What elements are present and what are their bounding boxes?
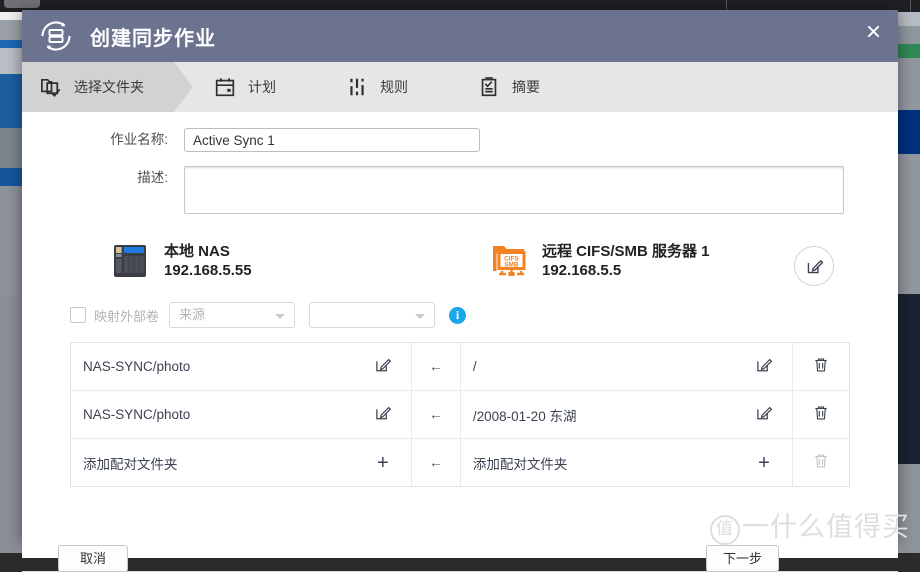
sync-nas-icon (36, 16, 76, 56)
description-textarea[interactable] (184, 166, 844, 214)
remote-endpoint: CIFS SMB 远程 CIFS/SMB 服务器 1 192.168.5.5 (488, 242, 710, 280)
steps-filler (570, 62, 898, 112)
map-volume-label: 映射外部卷 (94, 308, 160, 324)
cancel-button[interactable]: 取消 (58, 545, 128, 572)
pair-left-path: NAS-SYNC/photo (70, 342, 355, 391)
browser-tab[interactable] (4, 0, 40, 8)
plus-icon: + (377, 451, 389, 474)
endpoints-row: 本地 NAS 192.168.5.55 CIFS SMB 远程 CIFS/SMB… (22, 238, 898, 296)
description-label: 描述: (137, 170, 168, 185)
clipboard-check-icon (476, 74, 502, 100)
local-endpoint-address: 192.168.5.55 (164, 262, 252, 279)
pair-delete-button-disabled (792, 438, 850, 487)
step-schedule-label: 计划 (248, 79, 276, 95)
description-row: 描述: (58, 166, 898, 214)
job-name-input[interactable] (184, 128, 480, 152)
plus-icon: + (758, 451, 770, 474)
chrome-divider (910, 0, 911, 12)
step-select-folder[interactable]: 选择文件夹 (22, 62, 193, 112)
step-summary-label: 摘要 (512, 79, 540, 95)
step-schedule[interactable]: 计划 (196, 62, 306, 112)
pair-right-path: / (460, 342, 736, 391)
pair-arrow-icon: ← (410, 438, 461, 487)
add-pair-left-button[interactable]: + (355, 439, 412, 487)
edit-pencil-icon[interactable] (794, 246, 834, 286)
dialog-body: 作业名称: 描述: (22, 128, 898, 572)
add-pair-right-label: 添加配对文件夹 (472, 456, 568, 472)
pair-right-path: /2008-01-20 东湖 (460, 390, 736, 439)
table-row[interactable]: NAS-SYNC/photo ← / (70, 342, 850, 391)
background-app-left-strip (0, 12, 22, 553)
map-volume-target-select[interactable] (309, 302, 436, 328)
remote-endpoint-name: 远程 CIFS/SMB 服务器 1 (542, 243, 710, 260)
job-name-label: 作业名称: (110, 132, 168, 147)
job-name-row: 作业名称: (58, 128, 898, 152)
info-icon[interactable]: i (449, 306, 467, 324)
step-select-folder-label: 选择文件夹 (74, 79, 144, 95)
nas-device-icon (110, 242, 150, 280)
close-icon[interactable] (858, 16, 888, 46)
folder-pair-table: NAS-SYNC/photo ← / NAS-SYNC/photo ← /200… (70, 342, 850, 487)
step-summary[interactable]: 摘要 (460, 62, 570, 112)
svg-text:SMB: SMB (504, 261, 519, 268)
local-endpoint-name: 本地 NAS (164, 243, 230, 260)
chevron-down-icon (415, 314, 426, 319)
pair-delete-button[interactable] (792, 342, 850, 391)
pair-left-edit-button[interactable] (354, 390, 412, 439)
pair-arrow-icon: ← (410, 390, 461, 439)
calendar-icon (212, 74, 238, 100)
dialog-title-bar: 创建同步作业 (22, 10, 898, 62)
local-endpoint: 本地 NAS 192.168.5.55 (110, 242, 252, 280)
table-row-add[interactable]: 添加配对文件夹 + ← 添加配对文件夹 + (71, 438, 850, 487)
background-app-right-strip (898, 12, 920, 553)
cifs-smb-folder-icon: CIFS SMB (488, 242, 528, 280)
pair-arrow-icon: ← (410, 342, 461, 391)
folder-check-icon (38, 74, 64, 100)
wizard-steps: 选择文件夹 计划 规则 摘要 (22, 62, 898, 112)
map-volume-row: 映射外部卷 来源 i (70, 302, 898, 328)
add-pair-right-button[interactable]: + (736, 439, 793, 487)
sliders-icon (344, 74, 370, 100)
map-volume-source-value: 来源 (179, 307, 206, 322)
pair-right-edit-button[interactable] (736, 342, 793, 391)
step-rules[interactable]: 规则 (328, 62, 438, 112)
remote-endpoint-address: 192.168.5.5 (542, 262, 622, 279)
map-volume-source-select[interactable]: 来源 (169, 302, 296, 328)
dialog-footer: 取消 下一步 (22, 500, 898, 572)
pair-right-edit-button[interactable] (736, 390, 793, 439)
map-volume-checkbox[interactable] (70, 307, 86, 323)
dialog-title: 创建同步作业 (90, 27, 216, 50)
table-row[interactable]: NAS-SYNC/photo ← /2008-01-20 东湖 (70, 390, 850, 439)
pair-left-path: NAS-SYNC/photo (70, 390, 355, 439)
pair-delete-button[interactable] (792, 390, 850, 439)
step-rules-label: 规则 (380, 79, 408, 95)
chevron-down-icon (275, 314, 286, 319)
add-pair-left-label: 添加配对文件夹 (83, 456, 178, 472)
pair-left-edit-button[interactable] (354, 342, 412, 391)
create-sync-job-dialog: 创建同步作业 选择文件夹 计划 规则 摘要 作业名称: Active Sync … (22, 10, 898, 572)
next-button[interactable]: 下一步 (706, 545, 780, 572)
